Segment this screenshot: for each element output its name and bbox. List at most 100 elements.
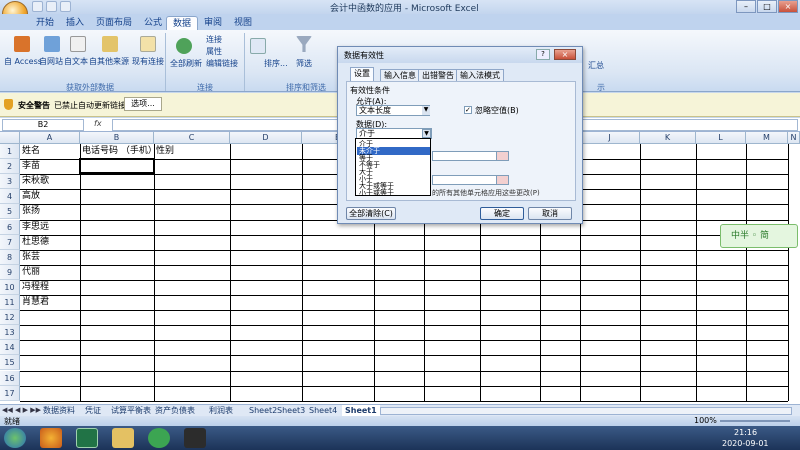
cell-a1[interactable]: 姓名	[20, 144, 40, 159]
row-header-1[interactable]: 1	[0, 144, 20, 160]
excel-taskbar-icon[interactable]	[76, 428, 98, 448]
sheet-tab-5[interactable]: 利润表	[206, 405, 236, 416]
ignore-blank-checkbox[interactable]: ✓	[464, 106, 472, 114]
column-header-m[interactable]: M	[746, 132, 788, 144]
security-options-button[interactable]: 选项...	[124, 97, 162, 111]
folder-icon[interactable]	[112, 428, 134, 448]
column-header-n[interactable]: N	[788, 132, 800, 144]
cancel-button[interactable]: 取消	[528, 207, 572, 220]
column-header-c[interactable]: C	[154, 132, 230, 144]
cell-a3[interactable]: 宋秋歌	[20, 174, 49, 189]
row-header-8[interactable]: 8	[0, 249, 20, 265]
cell-c1[interactable]: 性别	[154, 144, 174, 159]
select-all-corner[interactable]	[0, 132, 20, 144]
cell-a9[interactable]: 代丽	[20, 265, 40, 280]
row-header-14[interactable]: 14	[0, 340, 20, 356]
tab-home[interactable]: 开始	[30, 16, 60, 30]
help-button[interactable]: ?	[536, 49, 550, 60]
tab-insert[interactable]: 插入	[60, 16, 90, 30]
fx-icon[interactable]: fx	[94, 119, 102, 128]
sheet-tab-7[interactable]: Sheet3	[274, 405, 308, 416]
cell-a11[interactable]: 肖慧君	[20, 295, 49, 310]
row-header-12[interactable]: 12	[0, 310, 20, 326]
refresh-all-button[interactable]: 全部刷新	[170, 58, 202, 69]
row-header-4[interactable]: 4	[0, 189, 20, 205]
row-header-3[interactable]: 3	[0, 174, 20, 190]
sheet-tab-4[interactable]: 资产负债表	[152, 405, 198, 416]
row-header-11[interactable]: 11	[0, 295, 20, 311]
minimize-button[interactable]: –	[736, 0, 756, 13]
media-app-icon[interactable]	[40, 428, 62, 448]
cell-b1[interactable]: 电话号码 （手机）	[80, 144, 157, 159]
subtotal-button[interactable]: 汇总	[588, 60, 604, 71]
tab-input-message[interactable]: 输入信息	[380, 69, 420, 81]
redo-icon[interactable]	[60, 1, 71, 12]
row-header-9[interactable]: 9	[0, 264, 20, 280]
cell-a6[interactable]: 李思远	[20, 220, 49, 235]
sheet-tab-8[interactable]: Sheet4	[306, 405, 340, 416]
ok-button[interactable]: 确定	[480, 207, 524, 220]
row-header-16[interactable]: 16	[0, 370, 20, 386]
browser-icon[interactable]	[148, 428, 170, 448]
column-header-j[interactable]: J	[580, 132, 640, 144]
column-header-l[interactable]: L	[696, 132, 746, 144]
cell-a4[interactable]: 高放	[20, 189, 40, 204]
tab-review[interactable]: 审阅	[198, 16, 228, 30]
column-header-k[interactable]: K	[640, 132, 696, 144]
close-button[interactable]: ×	[778, 0, 798, 13]
tab-ime-mode[interactable]: 输入法模式	[456, 69, 504, 81]
name-box[interactable]: B2	[2, 119, 84, 131]
zoom-level[interactable]: 100%	[694, 416, 717, 425]
minimum-input[interactable]	[432, 151, 504, 161]
active-cell-b2[interactable]	[79, 158, 155, 174]
existing-connections-button[interactable]: 现有连接	[132, 56, 164, 67]
cell-a7[interactable]: 杜思德	[20, 235, 49, 250]
horizontal-scrollbar[interactable]	[380, 407, 792, 415]
sheet-tab-1[interactable]: 数据资料	[40, 405, 78, 416]
tab-view[interactable]: 视图	[228, 16, 258, 30]
column-header-d[interactable]: D	[230, 132, 302, 144]
zoom-slider[interactable]	[720, 420, 790, 422]
from-text-button[interactable]: 自文本	[64, 56, 88, 67]
tab-formulas[interactable]: 公式	[138, 16, 168, 30]
from-other-sources-button[interactable]: 自其他来源	[89, 56, 129, 67]
from-web-button[interactable]: 自网站	[39, 56, 63, 67]
range-picker-icon[interactable]	[496, 175, 509, 185]
column-header-a[interactable]: A	[20, 132, 80, 144]
edit-links-button[interactable]: 编辑链接	[206, 58, 238, 69]
column-header-b[interactable]: B	[80, 132, 154, 144]
tab-data[interactable]: 数据	[166, 16, 199, 30]
sheet-nav-arrows-icon[interactable]: ◀◀ ◀ ▶ ▶▶	[2, 406, 41, 414]
properties-button[interactable]: 属性	[206, 46, 222, 57]
tab-page-layout[interactable]: 页面布局	[90, 16, 138, 30]
clear-all-button[interactable]: 全部清除(C)	[346, 207, 396, 220]
undo-icon[interactable]	[46, 1, 57, 12]
sheet-tab-9[interactable]: Sheet1	[342, 405, 380, 416]
cell-a8[interactable]: 张芸	[20, 250, 40, 265]
start-button[interactable]	[4, 428, 26, 448]
from-access-button[interactable]: 自 Access	[4, 56, 42, 67]
row-header-2[interactable]: 2	[0, 159, 20, 175]
range-picker-icon[interactable]	[496, 151, 509, 161]
cell-a10[interactable]: 冯程程	[20, 280, 49, 295]
cell-a5[interactable]: 张扬	[20, 204, 40, 219]
row-header-13[interactable]: 13	[0, 325, 20, 341]
connections-button[interactable]: 连接	[206, 34, 222, 45]
tab-settings[interactable]: 设置	[350, 67, 374, 81]
allow-select[interactable]: 文本长度	[356, 105, 430, 116]
row-header-10[interactable]: 10	[0, 279, 20, 295]
dropdown-option[interactable]: 小于或等于	[357, 189, 430, 197]
tab-error-alert[interactable]: 出错警告	[418, 69, 458, 81]
row-header-15[interactable]: 15	[0, 355, 20, 371]
sheet-tab-3[interactable]: 试算平衡表	[108, 405, 154, 416]
ime-toolbar[interactable]: 中半 ◦ 简	[720, 224, 798, 248]
row-header-6[interactable]: 6	[0, 219, 20, 235]
row-header-17[interactable]: 17	[0, 385, 20, 401]
sheet-tab-2[interactable]: 凭证	[82, 405, 104, 416]
cell-a2[interactable]: 李苗	[20, 159, 40, 174]
sort-button[interactable]: 排序...	[264, 58, 288, 69]
recorder-icon[interactable]	[184, 428, 206, 448]
filter-button[interactable]: 筛选	[296, 58, 312, 69]
save-icon[interactable]	[32, 1, 43, 12]
row-header-7[interactable]: 7	[0, 234, 20, 250]
